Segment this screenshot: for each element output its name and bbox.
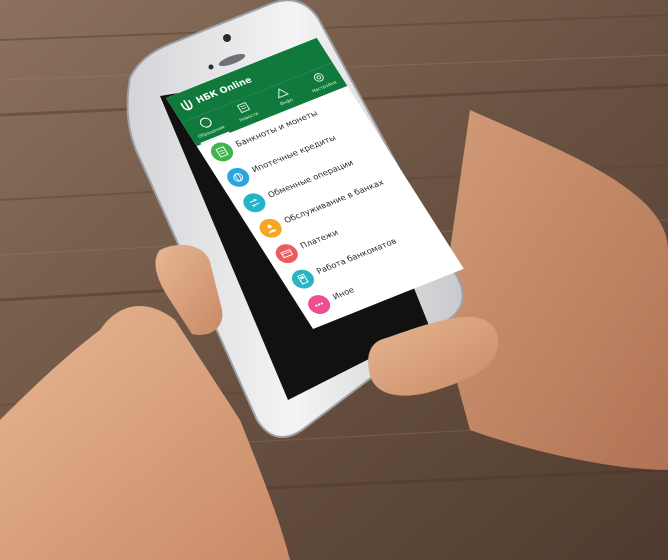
item-icon-circle <box>287 266 319 292</box>
document-icon <box>215 146 229 158</box>
list-item-label: Иное <box>331 285 357 302</box>
list-item-label: Платежи <box>298 228 341 251</box>
item-icon-circle <box>239 190 270 216</box>
exchange-icon <box>249 198 260 207</box>
photo-scene: НБК Online Обращения Новости Инфо Настро… <box>0 0 668 560</box>
globe-icon <box>233 173 244 182</box>
item-icon-circle <box>271 241 302 267</box>
left-hand <box>0 306 290 560</box>
thumb <box>368 316 499 396</box>
app-screen: НБК Online Обращения Новости Инфо Настро… <box>166 37 464 330</box>
item-icon-circle <box>206 139 238 165</box>
item-icon-circle <box>304 292 335 317</box>
item-icon-circle <box>223 164 254 190</box>
phone-speaker <box>218 53 246 67</box>
atm-icon <box>297 273 309 285</box>
payment-card-icon <box>280 248 294 259</box>
fingers <box>155 244 223 335</box>
item-icon-circle <box>255 215 286 241</box>
right-hand <box>440 110 668 470</box>
more-dots-icon <box>315 302 323 307</box>
person-icon <box>267 224 277 234</box>
phone-sensor <box>208 64 214 70</box>
phone-camera <box>223 34 231 42</box>
